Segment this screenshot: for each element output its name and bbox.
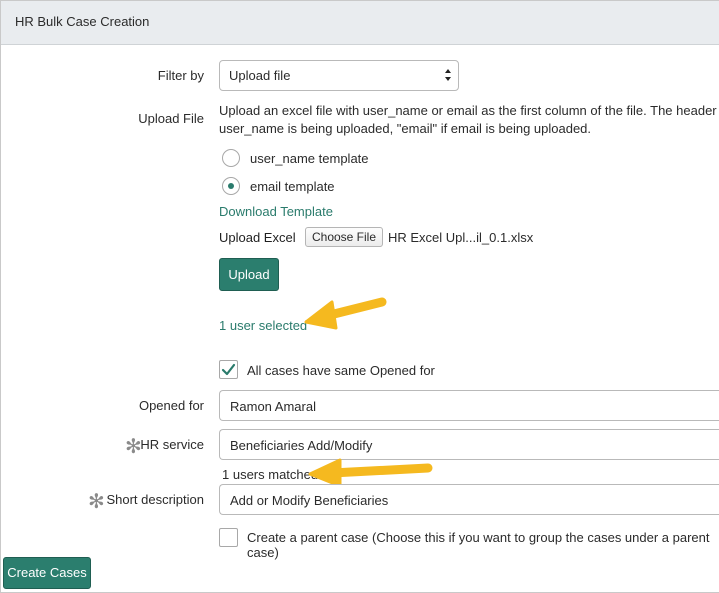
upload-button[interactable]: Upload	[219, 258, 279, 291]
upload-description-line1: Upload an excel file with user_name or e…	[219, 103, 719, 118]
filter-select[interactable]: Upload file	[219, 60, 459, 91]
page-header: HR Bulk Case Creation	[1, 1, 719, 45]
annotation-arrow-icon	[304, 297, 387, 330]
hr-service-value: Beneficiaries Add/Modify	[230, 438, 373, 453]
hr-service-input[interactable]: Beneficiaries Add/Modify	[219, 429, 719, 460]
upload-description: Upload an excel file with user_name or e…	[219, 102, 719, 138]
parent-case-checkbox[interactable]	[219, 528, 238, 547]
users-selected-status: 1 user selected	[219, 318, 308, 333]
same-opened-for-checkbox[interactable]	[219, 360, 238, 379]
opened-for-label: Opened for	[138, 398, 204, 413]
upload-file-label: Upload File	[138, 111, 204, 126]
users-matched-status: 1 users matched	[222, 467, 319, 482]
opened-for-value: Ramon Amaral	[230, 399, 316, 414]
filter-select-value: Upload file	[229, 68, 291, 83]
radio-email-template[interactable]	[222, 177, 240, 195]
short-description-input[interactable]: Add or Modify Beneficiaries	[219, 484, 719, 515]
up-down-caret-icon	[445, 69, 451, 81]
mandatory-asterisk-icon: ✻	[125, 436, 142, 458]
opened-for-input[interactable]: Ramon Amaral	[219, 390, 719, 421]
same-opened-for-label: All cases have same Opened for	[247, 363, 435, 378]
mandatory-asterisk-icon: ✻	[88, 491, 105, 513]
short-description-value: Add or Modify Beneficiaries	[230, 493, 389, 508]
create-cases-button[interactable]: Create Cases	[3, 557, 91, 589]
selected-file-name: HR Excel Upl...il_0.1.xlsx	[388, 230, 534, 245]
choose-file-button[interactable]: Choose File	[305, 227, 383, 247]
upload-description-line2: user_name is being uploaded, "email" if …	[219, 121, 592, 136]
hr-service-label: HR service	[140, 437, 204, 452]
download-template-link[interactable]: Download Template	[219, 204, 333, 219]
radio-username-label: user_name template	[250, 151, 369, 166]
page-title: HR Bulk Case Creation	[15, 14, 150, 29]
checkmark-icon	[221, 363, 236, 376]
upload-excel-label: Upload Excel	[219, 230, 296, 245]
short-description-label: Short description	[106, 492, 204, 507]
filter-label: Filter by	[157, 68, 204, 83]
radio-email-label: email template	[250, 179, 335, 194]
radio-username-template[interactable]	[222, 149, 240, 167]
parent-case-label: Create a parent case (Choose this if you…	[247, 530, 710, 560]
